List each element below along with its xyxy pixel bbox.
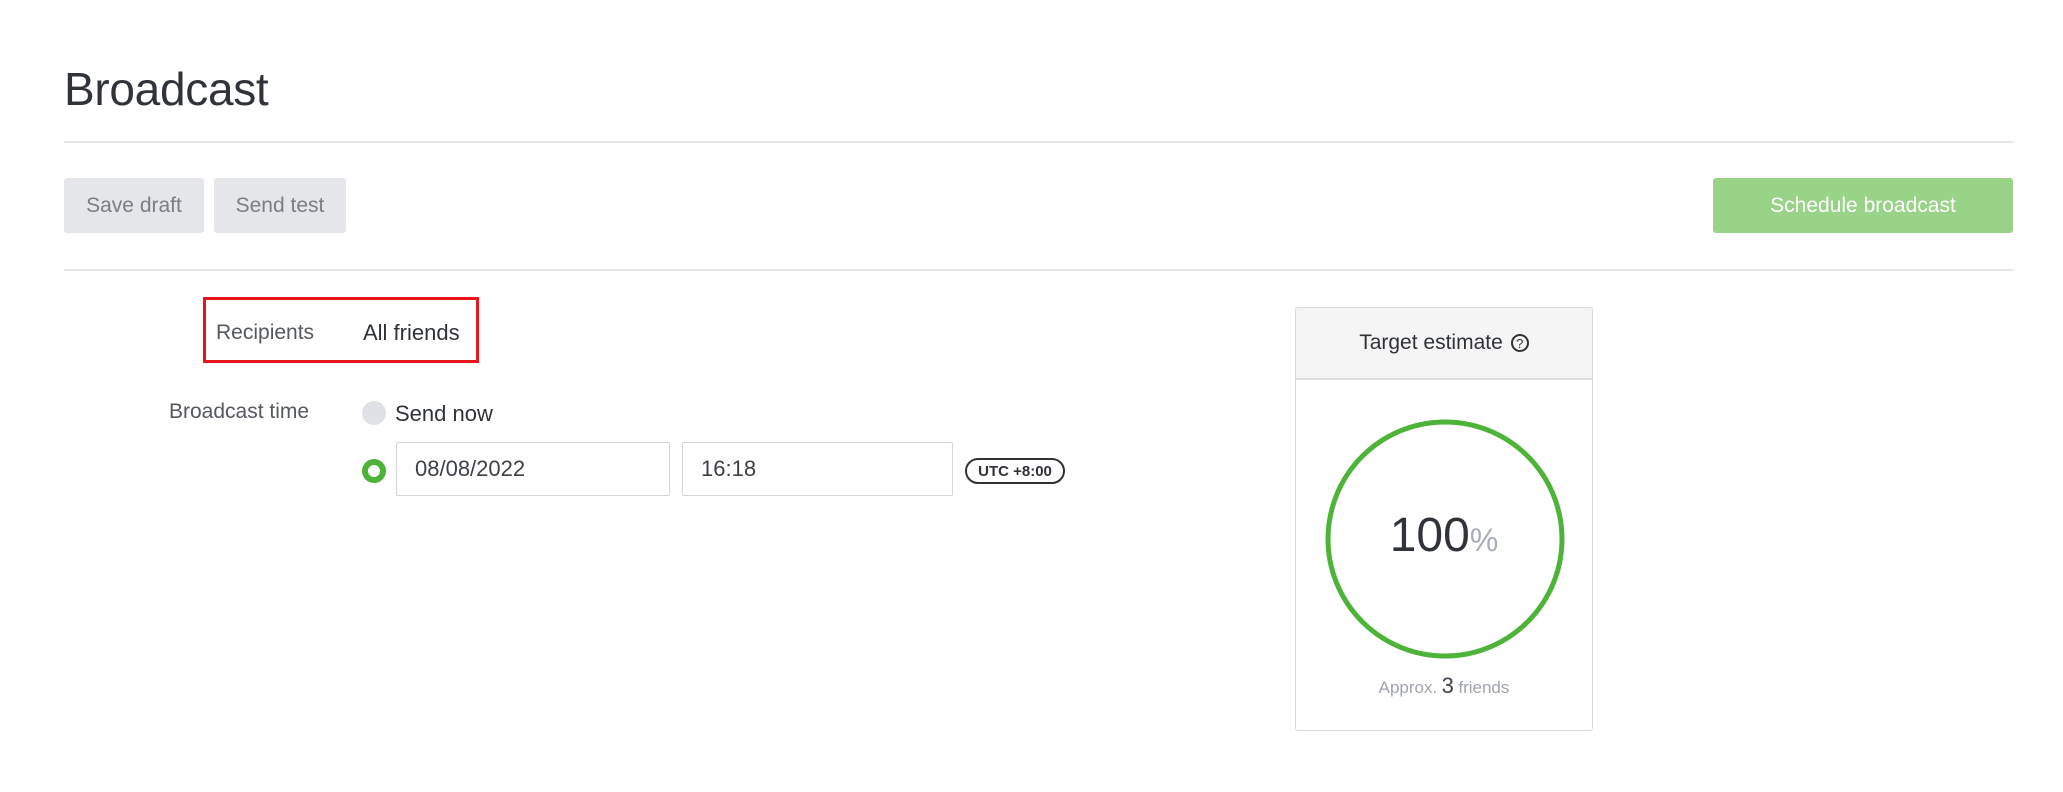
schedule-radio[interactable] [362, 459, 386, 483]
target-estimate-title: Target estimate [1359, 331, 1503, 354]
approx-friends: Approx. 3 friends [1296, 673, 1592, 699]
recipients-label: Recipients [216, 321, 315, 344]
toolbar-divider [64, 269, 2013, 271]
page-title: Broadcast [64, 63, 269, 115]
send-now-label[interactable]: Send now [395, 401, 493, 427]
send-now-radio[interactable] [362, 401, 386, 425]
timezone-badge: UTC +8:00 [965, 458, 1065, 484]
approx-count: 3 [1441, 673, 1454, 698]
header-divider [64, 141, 2013, 143]
time-input[interactable] [682, 442, 953, 496]
approx-prefix: Approx. [1378, 678, 1438, 697]
recipients-value[interactable]: All friends [363, 320, 460, 346]
target-percent: 100% [1296, 508, 1592, 563]
approx-suffix: friends [1458, 678, 1510, 697]
send-test-button[interactable]: Send test [214, 178, 346, 233]
percent-sign: % [1469, 522, 1499, 558]
date-input[interactable] [396, 442, 670, 496]
broadcast-time-label: Broadcast time [169, 400, 310, 423]
help-icon[interactable]: ? [1510, 334, 1529, 352]
percent-value: 100 [1389, 509, 1470, 562]
save-draft-button[interactable]: Save draft [64, 178, 204, 233]
target-estimate-card: Target estimate ? 100% Approx. 3 friends [1295, 307, 1593, 731]
target-estimate-header: Target estimate ? [1296, 308, 1592, 380]
schedule-broadcast-button[interactable]: Schedule broadcast [1713, 178, 2013, 233]
